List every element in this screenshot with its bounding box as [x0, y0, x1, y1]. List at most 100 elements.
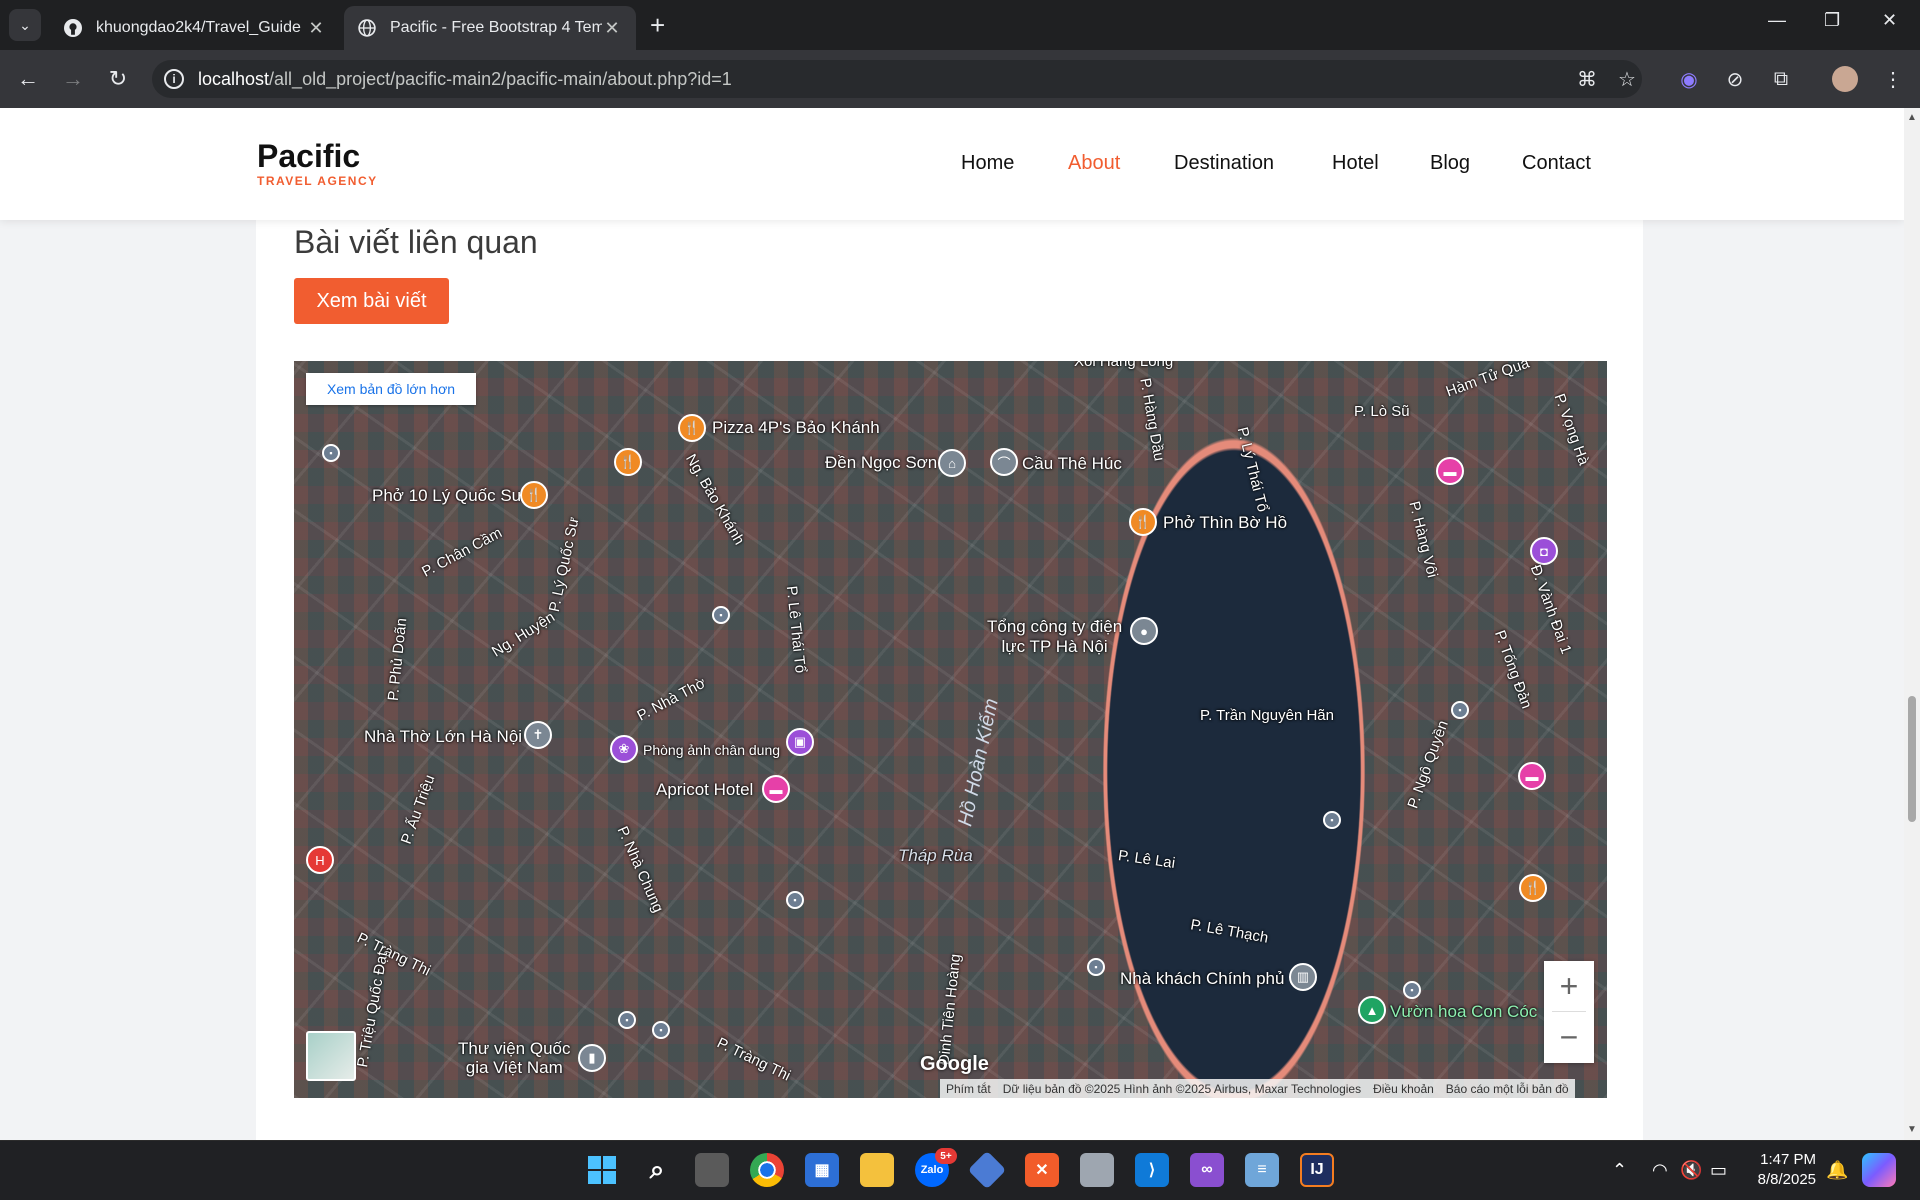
street-label: P. Triệu Quốc Đạt	[354, 950, 392, 1069]
tab-search-button[interactable]: ⌄	[9, 9, 41, 41]
translate-icon[interactable]: ⌘	[1574, 66, 1600, 92]
taskbar	[0, 1140, 1920, 1200]
view-post-button[interactable]: Xem bài viết	[294, 278, 449, 324]
bus-stop-icon[interactable]: ▪	[322, 444, 340, 462]
library-pin-icon[interactable]: ▮	[578, 1044, 606, 1072]
browser-tab-pacific[interactable]: Pacific - Free Bootstrap 4 Temp ✕	[344, 6, 636, 50]
restaurant-pin-icon[interactable]: 🍴	[614, 448, 642, 476]
url-text[interactable]: localhost/all_old_project/pacific-main2/…	[198, 69, 732, 90]
extension-compass-icon[interactable]: ⊘	[1722, 66, 1748, 92]
google-map[interactable]: Xem bản đồ lớn hơn Hồ Hoàn Kiếm Pizza 4P…	[294, 361, 1607, 1098]
restore-icon[interactable]: ❐	[1824, 10, 1840, 31]
place-label: Tháp Rùa	[898, 846, 973, 865]
terms-link[interactable]: Điều khoản	[1373, 1082, 1434, 1096]
system-clock[interactable]: 1:47 PM 8/8/2025	[1752, 1150, 1816, 1190]
page-scrollbar[interactable]: ▲ ▼	[1904, 108, 1920, 1140]
restaurant-pin-icon[interactable]: 🍴	[1129, 508, 1157, 536]
street-label: P. Lê Thái Tổ	[782, 585, 809, 674]
park-pin-icon[interactable]: ▲	[1358, 996, 1386, 1024]
app-generic-icon[interactable]	[1080, 1153, 1114, 1187]
restaurant-pin-icon[interactable]: 🍴	[520, 481, 548, 509]
nav-destination[interactable]: Destination	[1174, 152, 1274, 175]
nav-hotel[interactable]: Hotel	[1332, 152, 1379, 175]
close-tab-icon[interactable]: ✕	[306, 18, 326, 39]
forward-icon[interactable]: →	[58, 64, 88, 94]
hotel-pin-icon[interactable]: ▬	[1518, 762, 1546, 790]
battery-icon[interactable]: ▭	[1710, 1160, 1727, 1181]
menu-dots-icon[interactable]: ⋮	[1880, 66, 1906, 92]
hotel-pin-icon[interactable]: ▬	[1436, 457, 1464, 485]
bus-stop-icon[interactable]: ▪	[1087, 958, 1105, 976]
restaurant-pin-icon[interactable]: 🍴	[1519, 874, 1547, 902]
report-error-link[interactable]: Báo cáo một lỗi bản đồ	[1446, 1082, 1569, 1096]
keyboard-shortcuts-link[interactable]: Phím tắt	[946, 1082, 991, 1096]
bus-stop-icon[interactable]: ▪	[1323, 811, 1341, 829]
close-tab-icon[interactable]: ✕	[602, 18, 622, 39]
nav-about[interactable]: About	[1068, 152, 1120, 175]
nav-home[interactable]: Home	[961, 152, 1014, 175]
site-info-icon[interactable]: i	[164, 69, 184, 89]
tab-title: khuongdao2k4/Travel_Guide	[96, 19, 301, 36]
bus-stop-icon[interactable]: ▪	[618, 1011, 636, 1029]
map-layer-toggle[interactable]	[306, 1031, 356, 1081]
restaurant-pin-icon[interactable]: 🍴	[678, 414, 706, 442]
zoom-controls: + −	[1544, 961, 1594, 1063]
bus-stop-icon[interactable]: ▪	[786, 891, 804, 909]
street-label: P. Tràng Thi	[354, 929, 434, 980]
zoom-out-button[interactable]: −	[1544, 1012, 1594, 1063]
bridge-pin-icon[interactable]: ⌒	[990, 448, 1018, 476]
back-icon[interactable]: ←	[13, 64, 43, 94]
building-pin-icon[interactable]: ▥	[1289, 963, 1317, 991]
vscode-icon[interactable]: ⟩	[1135, 1153, 1169, 1187]
nav-blog[interactable]: Blog	[1430, 152, 1470, 175]
bookmark-star-icon[interactable]: ☆	[1614, 66, 1640, 92]
clock-date: 8/8/2025	[1757, 1171, 1816, 1188]
file-explorer-icon[interactable]	[860, 1153, 894, 1187]
browser-tab-github[interactable]: khuongdao2k4/Travel_Guide ✕	[50, 6, 340, 50]
task-view-icon[interactable]	[695, 1153, 729, 1187]
bus-stop-icon[interactable]: ▪	[1403, 981, 1421, 999]
new-tab-button[interactable]: +	[650, 12, 665, 38]
shop-pin-icon[interactable]: ▣	[786, 728, 814, 756]
scroll-down-icon[interactable]: ▼	[1907, 1124, 1917, 1135]
street-label: P. Ngô Quyền	[1404, 718, 1452, 811]
windows-start-icon[interactable]	[585, 1153, 619, 1187]
zoom-in-button[interactable]: +	[1544, 961, 1594, 1012]
minimize-icon[interactable]: —	[1768, 10, 1786, 31]
xampp-icon[interactable]: ✕	[1025, 1153, 1059, 1187]
church-pin-icon[interactable]: ✝	[524, 721, 552, 749]
extensions-puzzle-icon[interactable]: ⧉	[1768, 66, 1794, 92]
intellij-icon[interactable]: IJ	[1300, 1153, 1334, 1187]
bus-stop-icon[interactable]: ▪	[652, 1021, 670, 1039]
nav-contact[interactable]: Contact	[1522, 152, 1591, 175]
microsoft-store-icon[interactable]: ▦	[805, 1153, 839, 1187]
extension-brain-icon[interactable]: ◉	[1676, 66, 1702, 92]
scrollbar-thumb[interactable]	[1908, 696, 1916, 822]
copilot-icon[interactable]	[1862, 1153, 1896, 1187]
site-logo[interactable]: Pacific	[257, 138, 360, 175]
temple-pin-icon[interactable]: ⌂	[938, 449, 966, 477]
tray-chevron-icon[interactable]: ⌃	[1612, 1160, 1627, 1181]
camera-pin-icon[interactable]: ◘	[1530, 537, 1558, 565]
location-pin-icon[interactable]: ●	[1130, 617, 1158, 645]
hospital-pin-icon[interactable]: H	[306, 846, 334, 874]
close-window-icon[interactable]: ✕	[1882, 10, 1897, 31]
volume-muted-icon[interactable]: 🔇	[1680, 1160, 1702, 1181]
notification-bell-icon[interactable]: 🔔	[1826, 1160, 1848, 1181]
tab-title: Pacific - Free Bootstrap 4 Temp	[390, 19, 602, 36]
reload-icon[interactable]: ↻	[103, 64, 133, 94]
scroll-up-icon[interactable]: ▲	[1907, 112, 1917, 123]
address-bar[interactable]: i localhost/all_old_project/pacific-main…	[152, 60, 1642, 98]
database-icon[interactable]: ≡	[1245, 1153, 1279, 1187]
wifi-icon[interactable]: ◠	[1652, 1160, 1668, 1181]
search-icon[interactable]: ⌕	[640, 1153, 674, 1187]
chrome-icon[interactable]	[750, 1153, 784, 1187]
profile-avatar[interactable]	[1832, 66, 1858, 92]
bus-stop-icon[interactable]: ▪	[712, 606, 730, 624]
hotel-pin-icon[interactable]: ▬	[762, 775, 790, 803]
map-attribution: Phím tắt Dữ liệu bản đồ ©2025 Hình ảnh ©…	[940, 1079, 1575, 1098]
gallery-pin-icon[interactable]: ❀	[610, 735, 638, 763]
bus-stop-icon[interactable]: ▪	[1451, 701, 1469, 719]
visual-studio-icon[interactable]: ∞	[1190, 1153, 1224, 1187]
view-larger-map-link[interactable]: Xem bản đồ lớn hơn	[306, 373, 476, 405]
